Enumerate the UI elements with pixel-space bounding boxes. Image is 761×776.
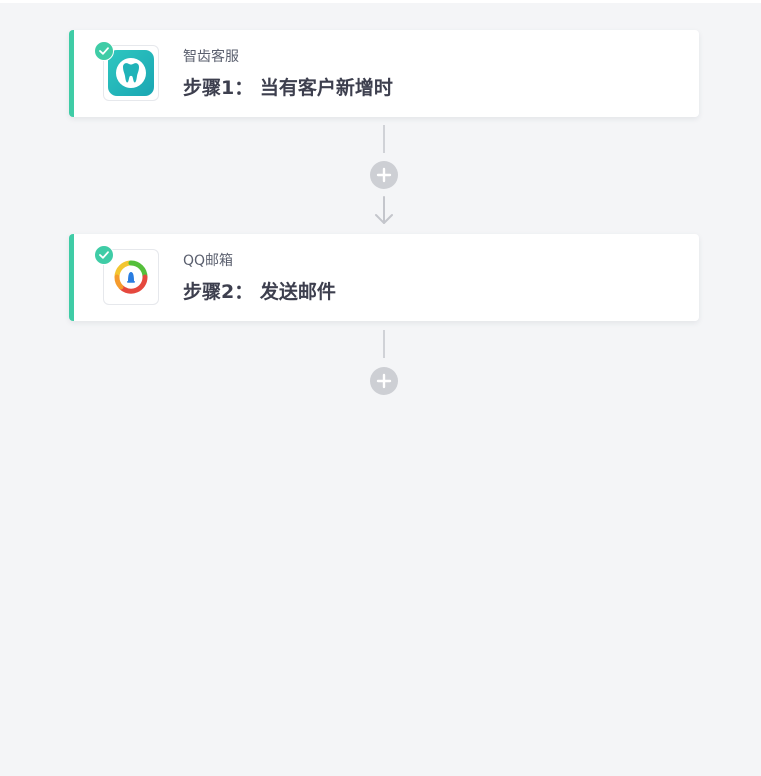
step-title: 步骤1： 当有客户新增时 <box>183 77 393 99</box>
connector-line <box>383 125 385 153</box>
connector-line <box>383 330 385 358</box>
check-icon <box>94 245 114 265</box>
plus-icon <box>376 167 392 183</box>
add-step-button[interactable] <box>370 161 398 189</box>
step-card-2[interactable]: QQ邮箱 步骤2： 发送邮件 <box>69 234 699 321</box>
top-strip <box>0 0 761 3</box>
step-card-1[interactable]: 智齿客服 步骤1： 当有客户新增时 <box>69 30 699 117</box>
step-app-name: 智齿客服 <box>183 49 239 65</box>
step-title: 步骤2： 发送邮件 <box>183 281 336 303</box>
step-accent-bar <box>69 234 74 321</box>
add-step-button[interactable] <box>370 367 398 395</box>
step-app-name: QQ邮箱 <box>183 253 234 269</box>
step-accent-bar <box>69 30 74 117</box>
check-icon <box>94 41 114 61</box>
arrow-down-icon <box>375 196 393 224</box>
plus-icon <box>376 373 392 389</box>
